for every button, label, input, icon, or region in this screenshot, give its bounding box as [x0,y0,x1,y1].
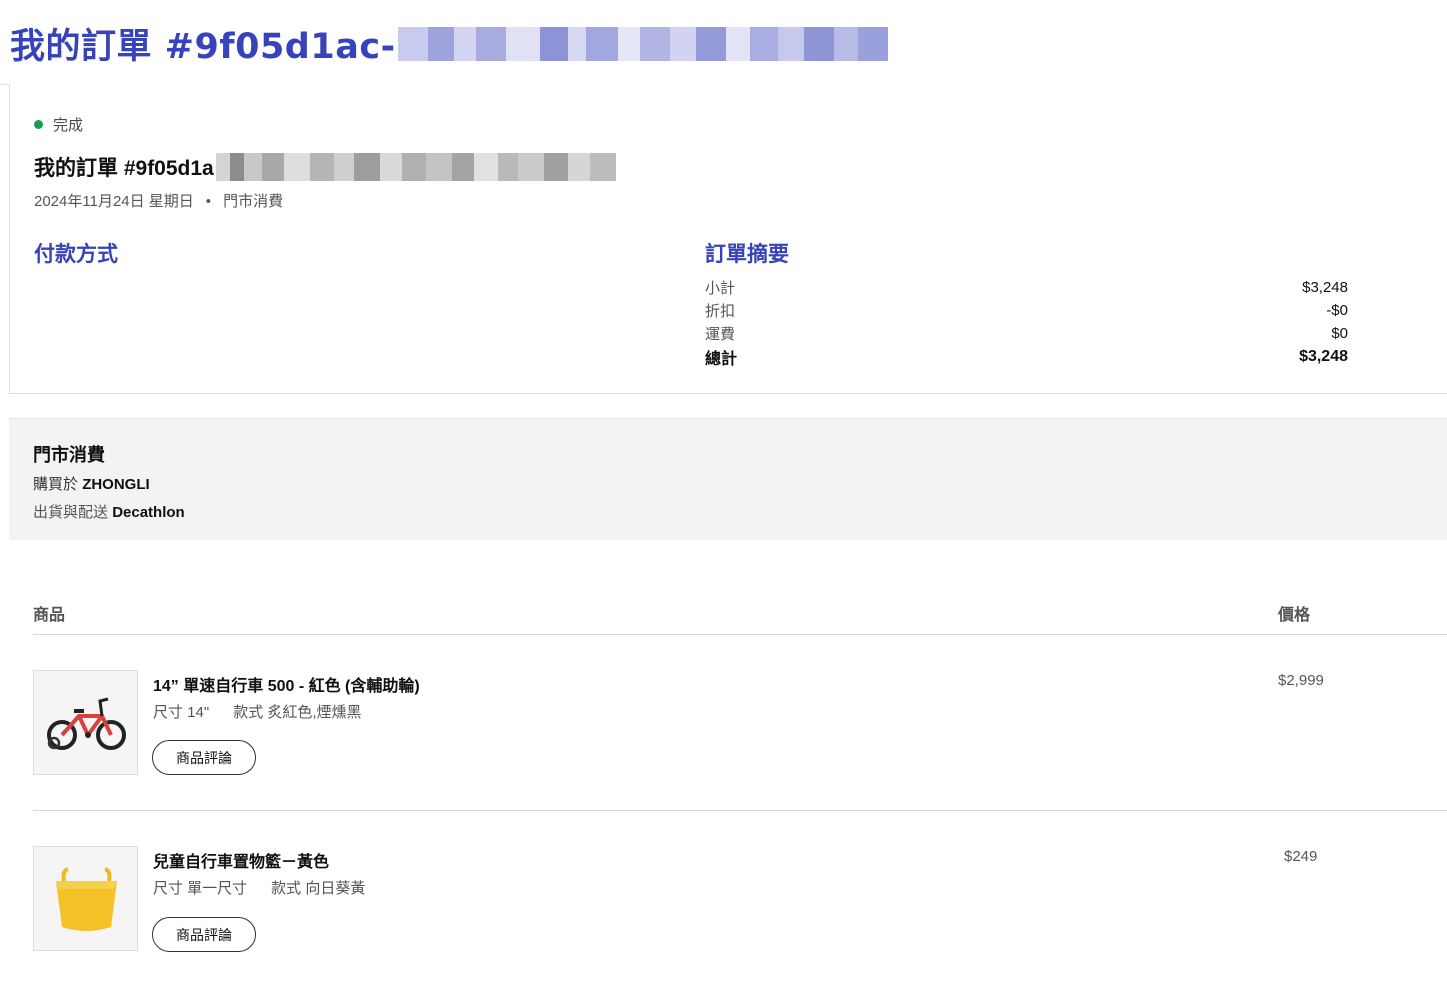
yellow-basket-image[interactable] [33,846,138,951]
summary-row-subtotal: 小計 $3,248 [705,276,1348,299]
summary-total-label: 總計 [705,350,738,368]
product-attributes: 尺寸 14" 款式 炙紅色,煙燻黑 [153,701,362,722]
redacted-order-id [397,26,888,61]
table-header-divider [33,634,1447,635]
summary-value: $0 [1331,325,1348,342]
summary-row-shipping: 運費 $0 [705,322,1348,345]
summary-row-discount: 折扣 -$0 [705,299,1348,322]
store-title: 門市消費 [33,445,105,465]
order-meta: 2024年11月24日 星期日 • 門市消費 [34,190,283,211]
order-heading: 我的訂單 #9f05d1a [34,152,616,182]
order-heading-text: 我的訂單 #9f05d1a [34,157,214,180]
meta-separator: • [205,193,212,210]
column-header-price: 價格 [1278,607,1311,624]
product-name[interactable]: 14” 單速自行車 500 - 紅色 (含輔助輪) [153,672,420,696]
order-card: 完成 我的訂單 #9f05d1a 2024年11月24日 星期日 • 門市消費 付款… [9,84,1447,394]
store-info-block: 門市消費 購買於 ZHONGLI 出貨與配送 Decathlon [9,418,1447,540]
order-summary: 小計 $3,248 折扣 -$0 運費 $0 總計 $3,248 [705,276,1348,368]
summary-value: -$0 [1326,302,1348,319]
product-price: $249 [1284,848,1318,865]
order-date: 2024年11月24日 星期日 [34,193,194,210]
page-title-text: 我的訂單 #9f05d1ac- [10,27,396,67]
order-channel: 門市消費 [223,193,284,210]
product-name[interactable]: 兒童自行車置物籃－黃色 [153,848,329,872]
item-divider [33,810,1447,811]
kids-bicycle-image[interactable] [33,670,138,775]
summary-label: 折扣 [705,303,736,320]
product-style: 款式 向日葵黃 [271,880,366,897]
product-review-button[interactable]: 商品評論 [152,740,256,775]
purchased-store: ZHONGLI [82,476,150,493]
product-price: $2,999 [1278,672,1324,689]
shipping-by: 出貨與配送 Decathlon [33,501,185,522]
summary-row-total: 總計 $3,248 [705,345,1348,368]
product-style: 款式 炙紅色,煙燻黑 [233,704,362,721]
order-summary-title: 訂單摘要 [705,243,789,266]
payment-method-title: 付款方式 [34,243,118,266]
summary-label: 運費 [705,326,736,343]
purchased-at: 購買於 ZHONGLI [33,473,150,494]
purchased-prefix: 購買於 [33,476,79,493]
basket-icon [34,847,137,950]
shipping-company: Decathlon [112,504,185,521]
product-attributes: 尺寸 單一尺寸 款式 向日葵黃 [153,877,365,898]
status-dot-icon [34,120,43,129]
shipping-prefix: 出貨與配送 [33,504,109,521]
summary-total-value: $3,248 [1299,347,1348,365]
product-size: 尺寸 單一尺寸 [153,880,248,897]
summary-label: 小計 [705,280,736,297]
product-size: 尺寸 14" [153,704,210,721]
page-title: 我的訂單 #9f05d1ac- [10,18,888,69]
summary-value: $3,248 [1302,279,1348,296]
order-status: 完成 [34,114,83,135]
bicycle-icon [34,671,137,774]
redacted-order-id-small [215,153,616,181]
column-header-product: 商品 [33,607,66,624]
product-review-button[interactable]: 商品評論 [152,917,256,952]
status-label: 完成 [53,117,84,134]
